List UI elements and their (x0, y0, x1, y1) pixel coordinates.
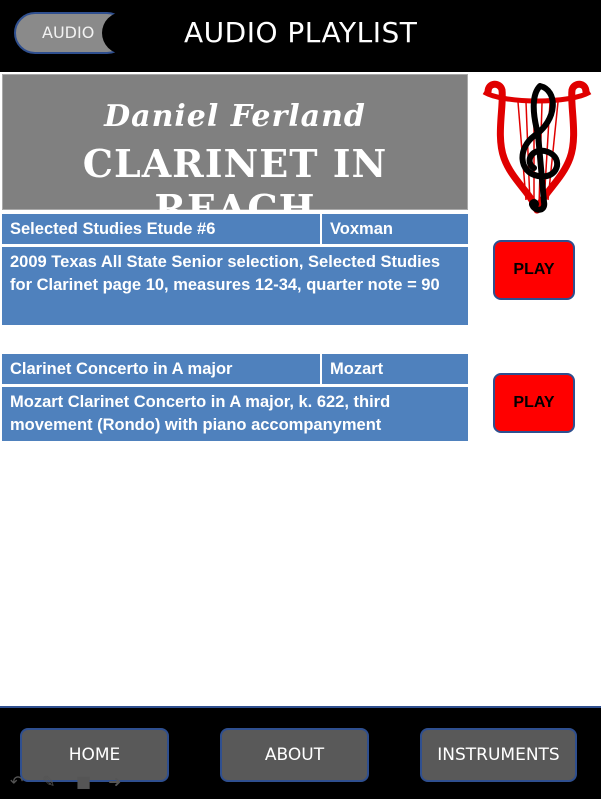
banner-author: Daniel Ferland (104, 99, 366, 134)
track-description: Mozart Clarinet Concerto in A major, k. … (2, 387, 468, 441)
treble-clef-lyre-logo (482, 80, 592, 214)
track-title: Clarinet Concerto in A major (2, 354, 320, 384)
banner: Daniel Ferland CLARINET IN REACH (2, 74, 468, 231)
play-button[interactable]: PLAY (493, 373, 575, 433)
pen-icon[interactable]: ✎ (42, 772, 55, 791)
about-button[interactable]: ABOUT (220, 728, 369, 782)
track-description: 2009 Texas All State Senior selection, S… (2, 247, 468, 325)
play-button[interactable]: PLAY (493, 240, 575, 300)
instruments-button[interactable]: INSTRUMENTS (420, 728, 577, 782)
audio-tab[interactable]: AUDIO (14, 12, 128, 54)
top-bar: AUDIO AUDIO PLAYLIST (0, 0, 601, 72)
bottom-nav: HOME ABOUT INSTRUMENTS ↶ ✎ ■ ➜ (0, 706, 601, 799)
track-title: Selected Studies Etude #6 (2, 214, 320, 244)
back-arrow-icon[interactable]: ↶ (10, 772, 23, 791)
page-title: AUDIO PLAYLIST (184, 16, 418, 49)
audio-tab-label: AUDIO (42, 23, 95, 42)
stop-square-icon[interactable]: ■ (76, 772, 91, 791)
track-composer: Mozart (322, 354, 468, 384)
forward-arrow-icon[interactable]: ➜ (108, 772, 121, 791)
track-composer: Voxman (322, 214, 468, 244)
